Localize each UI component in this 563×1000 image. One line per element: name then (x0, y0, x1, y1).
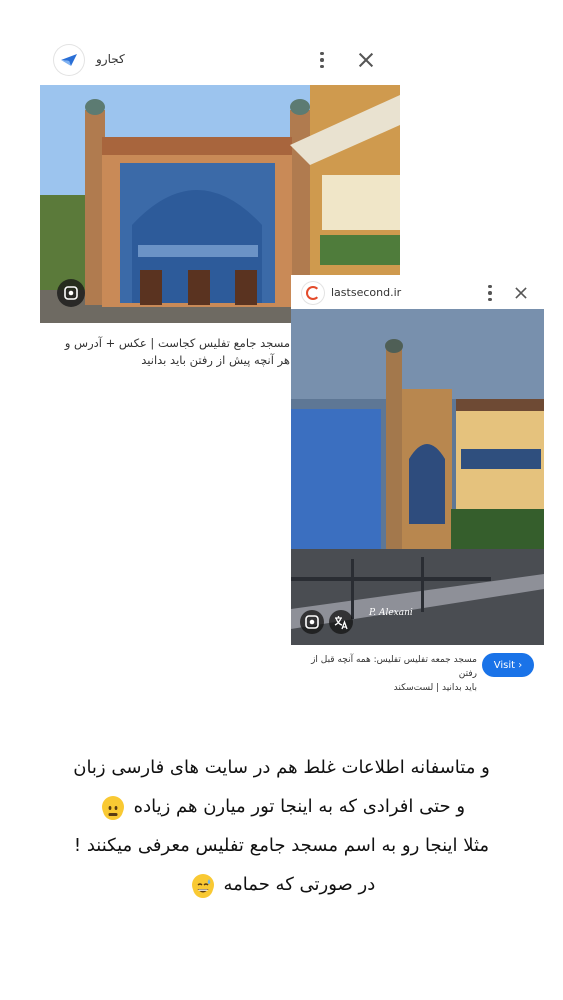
result-caption[interactable]: مسجد جمعه تفلیس تفلیس: همه آنچه قبل از ر… (297, 653, 477, 695)
result-caption[interactable]: مسجد جامع تفلیس کجاست | عکس + آدرس و هر … (50, 335, 290, 369)
lastsecond-logo-icon (302, 282, 324, 304)
more-options-icon[interactable] (312, 50, 332, 70)
bathhouse-photo[interactable]: P. Alexani (291, 309, 544, 645)
post-line-3: مثلا اینجا رو به اسم مسجد جامع تفلیس معر… (73, 835, 490, 856)
post-line-1: و متاسفانه اطلاعات غلط هم در سایت های فا… (73, 757, 490, 778)
bathhouse-photo-illustration: P. Alexani (291, 309, 544, 645)
post-line-2: و حتی افرادی که به اینجا تور میارن هم زی… (20, 787, 543, 826)
more-options-icon[interactable] (480, 283, 500, 303)
google-lens-icon[interactable] (300, 610, 324, 634)
post-line-4: در صورتی که حمامه (20, 865, 543, 904)
photo-watermark: P. Alexani (368, 608, 413, 618)
translate-icon[interactable] (329, 610, 353, 634)
close-icon[interactable] (514, 286, 528, 300)
image-result-card-2[interactable]: lastsecond.ir P. Alexani مسجد جمعه تفلیس… (291, 275, 544, 693)
neutral-face-emoji-icon (101, 796, 124, 820)
kojaro-logo-icon (54, 45, 84, 75)
grinning-sweat-emoji-icon (191, 874, 214, 898)
close-icon[interactable] (357, 51, 375, 69)
site-name: کجارو (96, 52, 125, 66)
site-name: lastsecond.ir (331, 286, 402, 299)
google-lens-icon[interactable] (57, 279, 85, 307)
post-text: و متاسفانه اطلاعات غلط هم در سایت های فا… (20, 748, 543, 904)
visit-button[interactable]: Visit › (482, 653, 534, 677)
